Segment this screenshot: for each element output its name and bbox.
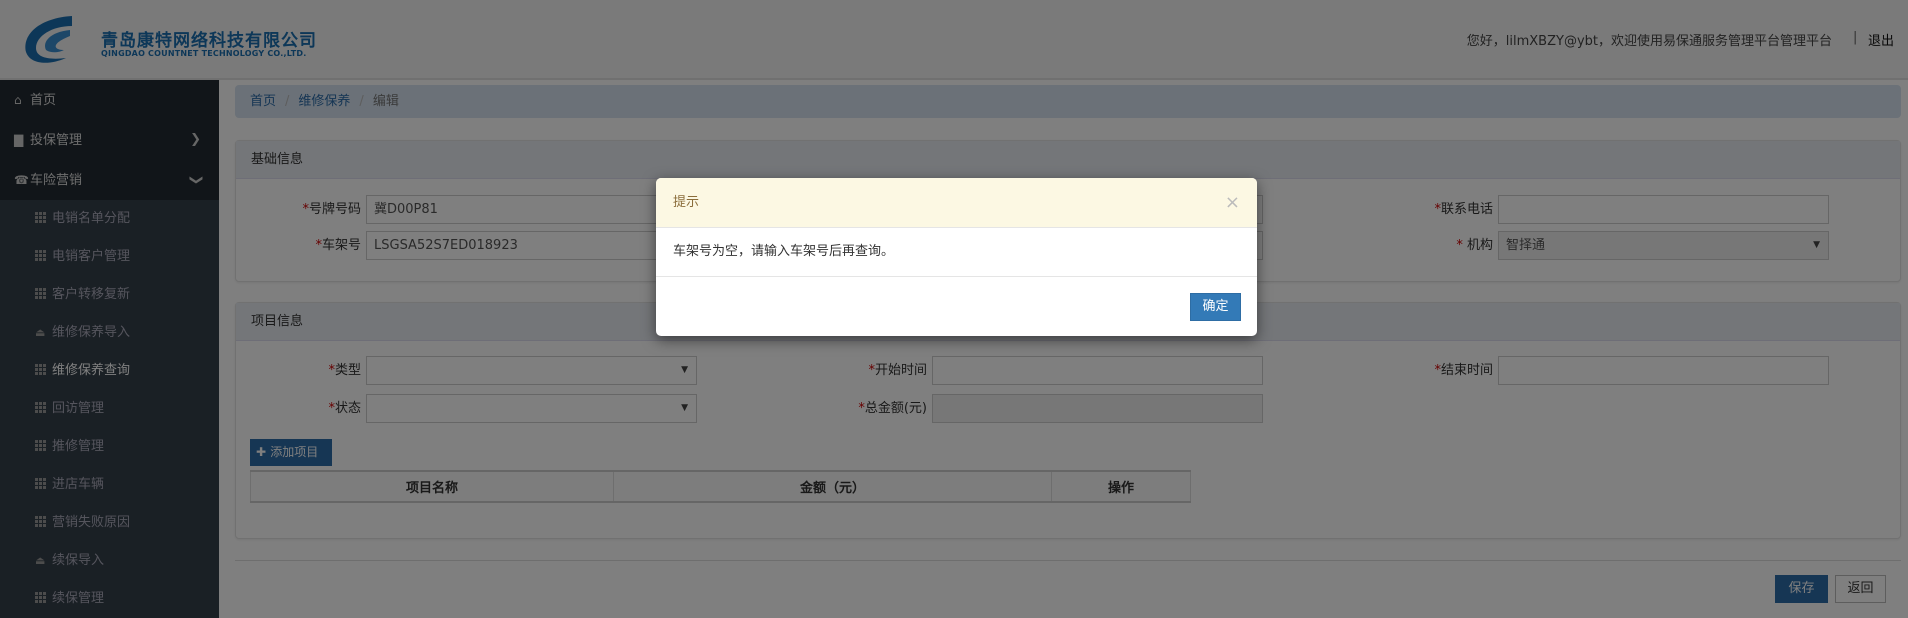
dialog-title: 提示 (673, 195, 700, 210)
close-icon[interactable]: × (1225, 178, 1240, 228)
dialog-header: 提示 × (656, 178, 1257, 228)
alert-dialog: 提示 × 车架号为空，请输入车架号后再查询。 确定 (656, 178, 1257, 336)
dialog-message: 车架号为空，请输入车架号后再查询。 (656, 228, 1257, 277)
confirm-button[interactable]: 确定 (1190, 293, 1241, 321)
